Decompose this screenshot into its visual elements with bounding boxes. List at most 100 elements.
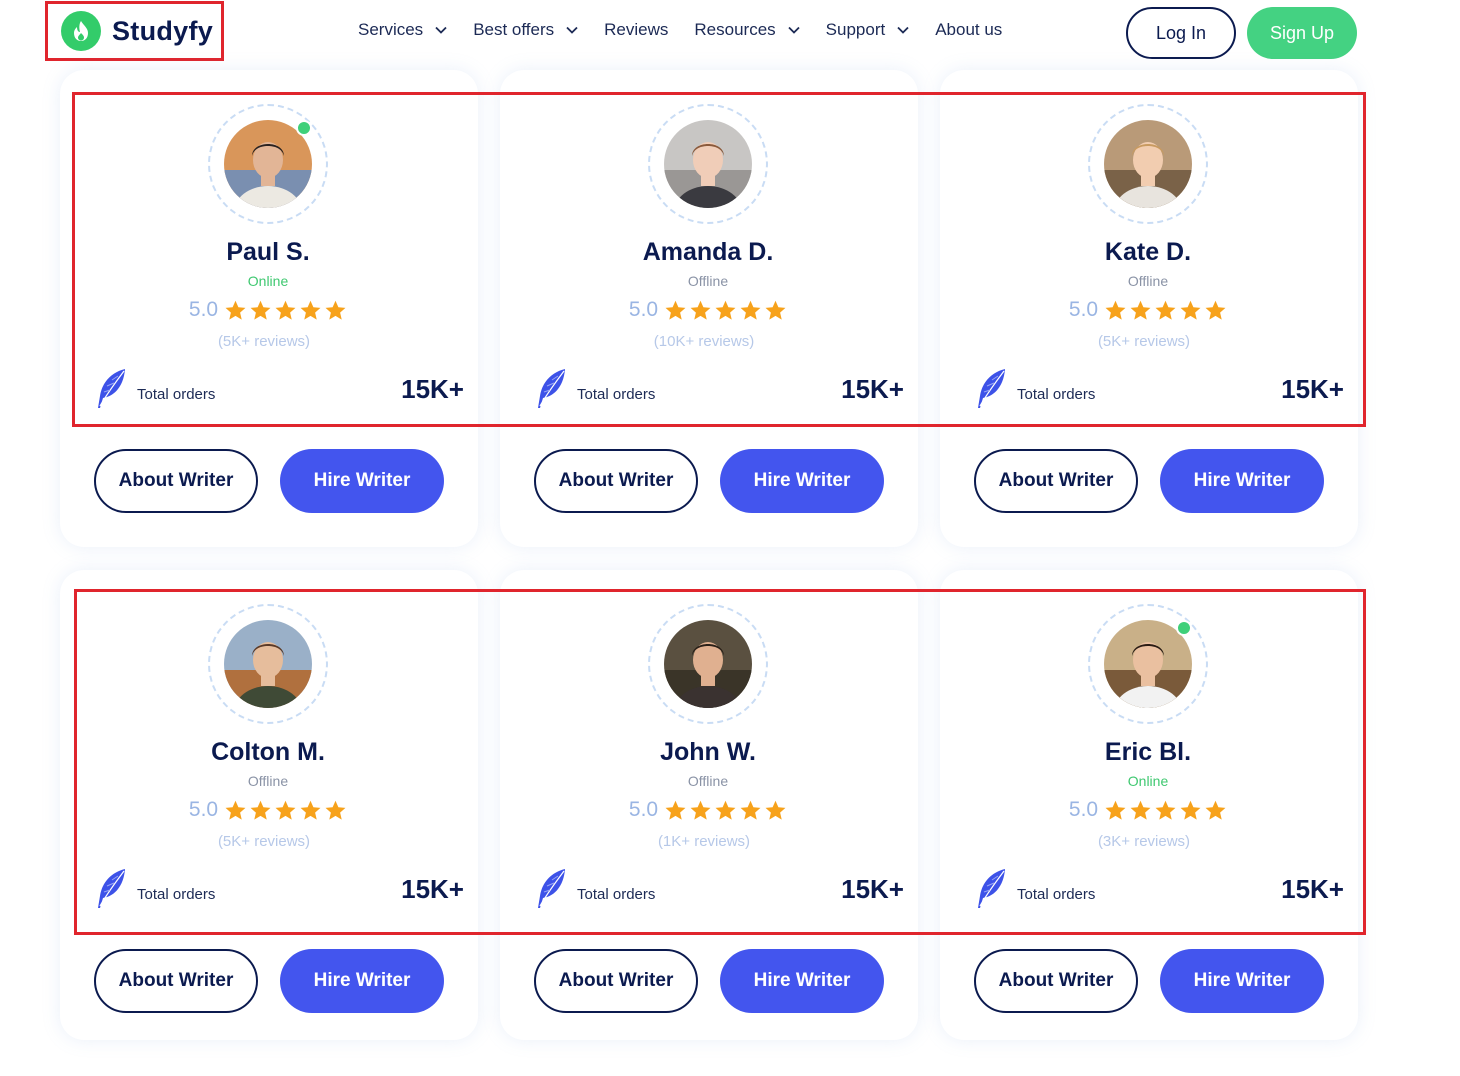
nav-item-label: Resources	[694, 20, 776, 39]
total-orders-value: 15K+	[401, 374, 464, 404]
hire-writer-button[interactable]: Hire Writer	[1160, 449, 1324, 513]
about-writer-button[interactable]: About Writer	[974, 949, 1138, 1013]
main-nav: Services Best offers Reviews Resources Suppo…	[358, 20, 1028, 40]
nav-item-services[interactable]: Services	[358, 20, 447, 40]
avatar[interactable]	[1104, 120, 1192, 208]
hire-writer-button[interactable]: Hire Writer	[280, 949, 444, 1013]
nav-item-support[interactable]: Support	[826, 20, 910, 40]
nav-item-label: About us	[935, 20, 1003, 39]
about-writer-button[interactable]: About Writer	[94, 949, 258, 1013]
about-writer-button[interactable]: About Writer	[534, 949, 698, 1013]
review-count: (10K+ reviews)	[653, 333, 755, 350]
writer-card: Eric Bl. Online 5.0 (3K+ reviews) Total orde…	[940, 576, 1380, 1076]
star-icon	[297, 799, 322, 822]
avatar-ring	[1088, 604, 1208, 724]
star-icon	[322, 299, 347, 322]
nav-item-reviews[interactable]: Reviews	[604, 20, 668, 40]
rating: 5.0	[940, 298, 1356, 322]
star-icon	[737, 799, 762, 822]
review-count: (5K+ reviews)	[1097, 333, 1191, 350]
hire-writer-button[interactable]: Hire Writer	[280, 449, 444, 513]
star-icon	[297, 299, 322, 322]
signup-button[interactable]: Sign Up	[1247, 7, 1357, 59]
writer-status: Offline	[247, 773, 289, 789]
star-icon	[662, 299, 687, 322]
rating-value: 5.0	[1068, 798, 1099, 821]
review-count: (1K+ reviews)	[657, 833, 751, 850]
star-icon	[1152, 799, 1177, 822]
about-writer-button[interactable]: About Writer	[94, 449, 258, 513]
star-icon	[737, 299, 762, 322]
star-icon	[762, 299, 787, 322]
star-icon	[1127, 799, 1152, 822]
writer-card: Kate D. Offline 5.0 (5K+ reviews) Total orde…	[940, 76, 1380, 576]
hire-writer-button[interactable]: Hire Writer	[720, 449, 884, 513]
avatar-ring	[648, 104, 768, 224]
total-orders-label: Total orders	[137, 386, 216, 403]
writer-status: Offline	[1127, 273, 1169, 289]
login-button[interactable]: Log In	[1126, 7, 1236, 59]
online-indicator	[1176, 620, 1192, 636]
feather-quill-icon	[534, 368, 568, 415]
star-icon	[1127, 299, 1152, 322]
writer-name: Amanda D.	[642, 238, 774, 266]
chevron-down-icon	[429, 26, 447, 34]
star-icon	[1102, 799, 1127, 822]
writer-name: Paul S.	[226, 238, 310, 266]
logo[interactable]: Studyfy	[45, 1, 224, 61]
star-icon	[1177, 799, 1202, 822]
total-orders-value: 15K+	[401, 874, 464, 904]
avatar[interactable]	[664, 120, 752, 208]
writer-name: John W.	[660, 738, 756, 766]
rating: 5.0	[60, 798, 476, 822]
star-icon	[712, 799, 737, 822]
star-icon	[1202, 299, 1227, 322]
star-icon	[272, 299, 297, 322]
star-icon	[272, 799, 297, 822]
writer-card: John W. Offline 5.0 (1K+ reviews) Total orde…	[500, 576, 940, 1076]
rating-value: 5.0	[1068, 298, 1099, 321]
avatar[interactable]	[664, 620, 752, 708]
hire-writer-button[interactable]: Hire Writer	[1160, 949, 1324, 1013]
writer-status: Offline	[687, 773, 729, 789]
review-count: (5K+ reviews)	[217, 333, 311, 350]
rating-value: 5.0	[188, 298, 219, 321]
avatar[interactable]	[224, 620, 312, 708]
star-icon	[247, 799, 272, 822]
total-orders-label: Total orders	[577, 386, 656, 403]
star-icon	[222, 799, 247, 822]
writer-name: Colton M.	[211, 738, 325, 766]
chevron-down-icon	[782, 26, 800, 34]
hire-writer-button[interactable]: Hire Writer	[720, 949, 884, 1013]
star-icon	[687, 299, 712, 322]
star-icon	[1177, 299, 1202, 322]
about-writer-button[interactable]: About Writer	[974, 449, 1138, 513]
feather-quill-icon	[974, 868, 1008, 915]
star-icon	[687, 799, 712, 822]
star-icon	[762, 799, 787, 822]
about-writer-button[interactable]: About Writer	[534, 449, 698, 513]
star-icon	[322, 799, 347, 822]
rating: 5.0	[500, 798, 916, 822]
nav-item-about-us[interactable]: About us	[935, 20, 1002, 40]
writer-card: Colton M. Offline 5.0 (5K+ reviews) Total or…	[60, 576, 500, 1076]
star-icon	[1152, 299, 1177, 322]
nav-item-label: Best offers	[473, 20, 555, 39]
total-orders-value: 15K+	[841, 874, 904, 904]
rating-value: 5.0	[628, 798, 659, 821]
writer-status: Online	[1127, 773, 1169, 789]
nav-item-label: Support	[825, 20, 886, 39]
feather-quill-icon	[974, 368, 1008, 415]
rating: 5.0	[940, 798, 1356, 822]
total-orders-label: Total orders	[137, 886, 216, 903]
total-orders-value: 15K+	[841, 374, 904, 404]
total-orders-value: 15K+	[1281, 874, 1344, 904]
feather-quill-icon	[534, 868, 568, 915]
nav-item-resources[interactable]: Resources	[694, 20, 800, 40]
star-icon	[1102, 299, 1127, 322]
nav-item-best-offers[interactable]: Best offers	[473, 20, 578, 40]
total-orders-label: Total orders	[577, 886, 656, 903]
avatar-ring	[208, 104, 328, 224]
flame-icon	[61, 11, 101, 51]
star-icon	[662, 799, 687, 822]
